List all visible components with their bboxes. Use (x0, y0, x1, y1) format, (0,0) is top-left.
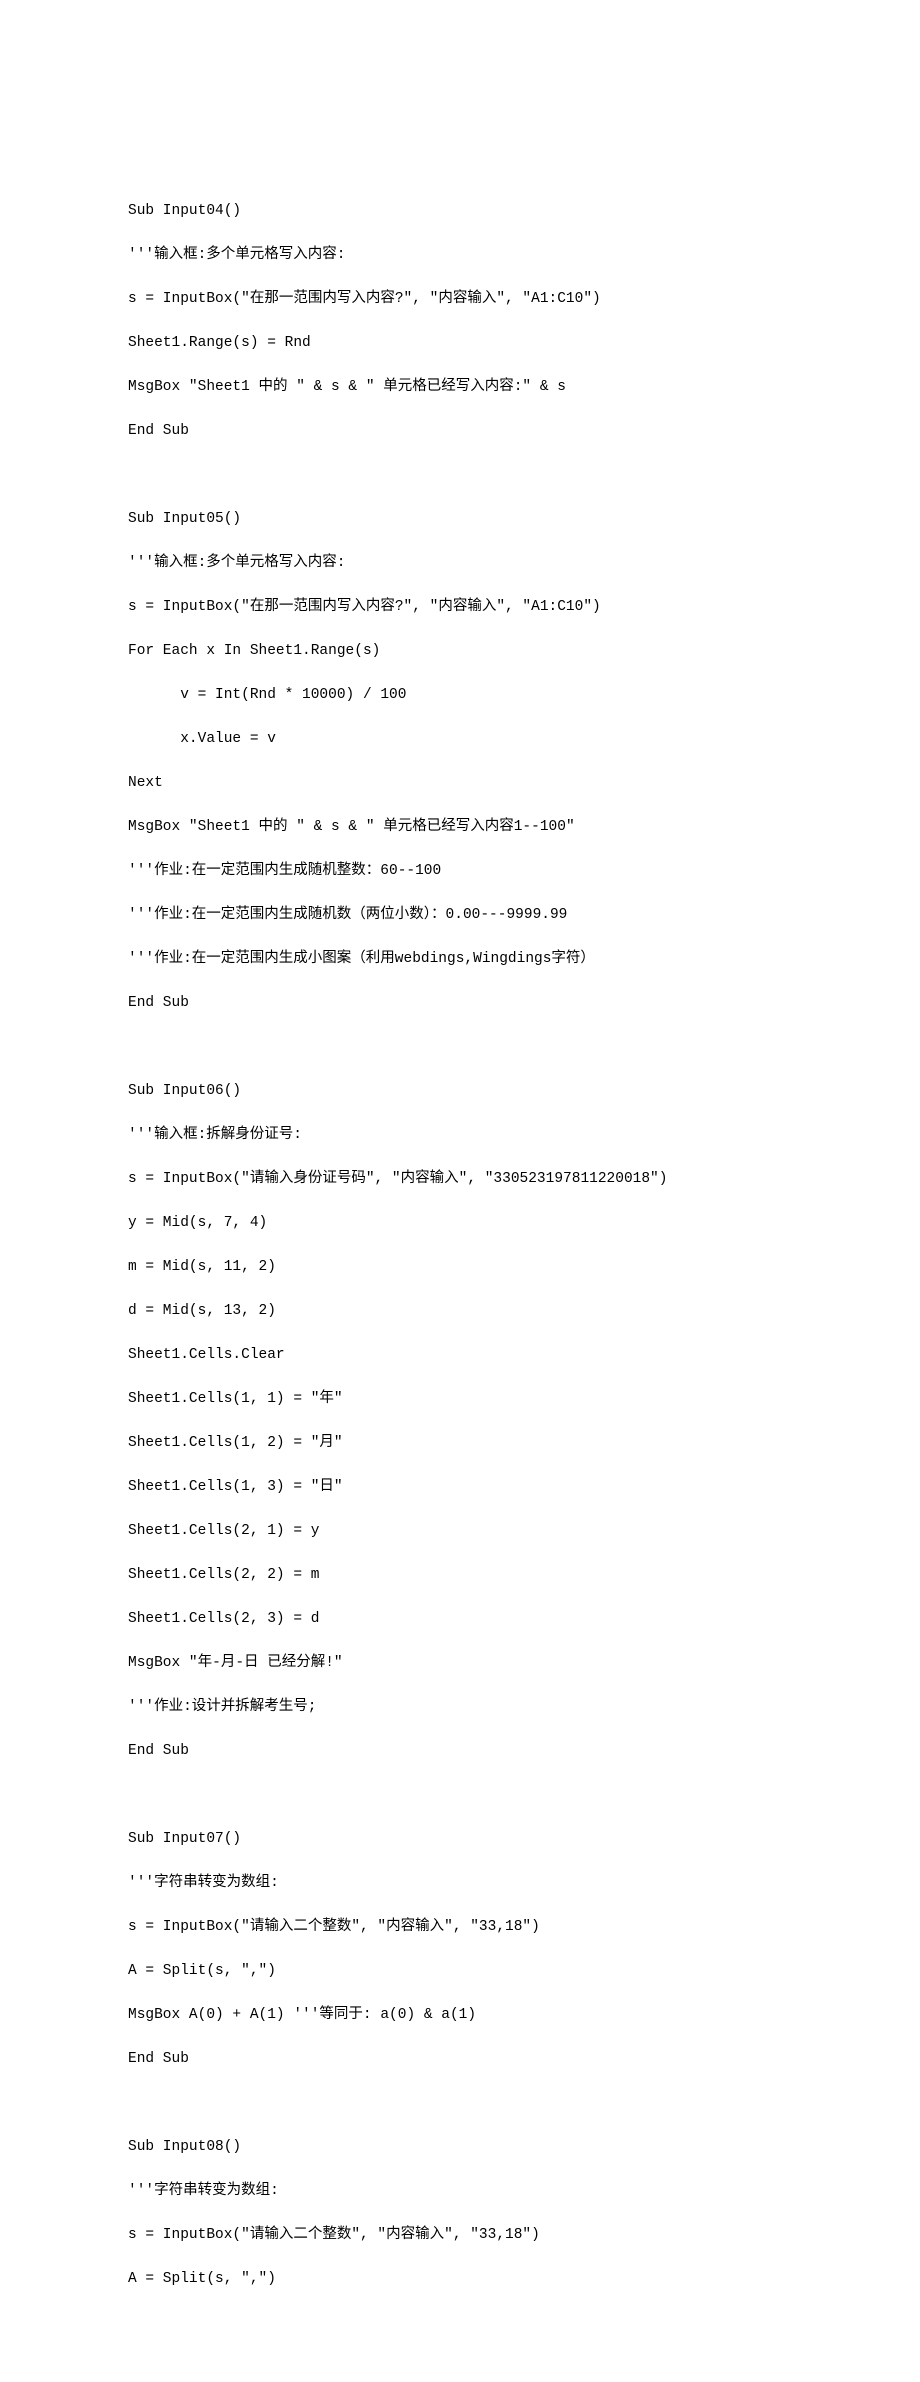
code-line: v = Int(Rnd * 10000) / 100 (128, 684, 920, 706)
code-line: End Sub (128, 992, 920, 1014)
code-line: '''作业:在一定范围内生成随机整数：60--100 (128, 860, 920, 882)
code-line: Sub Input08() (128, 2136, 920, 2158)
code-line: Sheet1.Range(s) = Rnd (128, 332, 920, 354)
code-line: d = Mid(s, 13, 2) (128, 1300, 920, 1322)
code-line: s = InputBox("请输入二个整数", "内容输入", "33,18") (128, 1916, 920, 1938)
code-page: Sub Input04() '''输入框:多个单元格写入内容: s = Inpu… (0, 66, 920, 2312)
code-line: '''作业:在一定范围内生成随机数（两位小数）：0.00---9999.99 (128, 904, 920, 926)
code-line: s = InputBox("请输入二个整数", "内容输入", "33,18") (128, 2224, 920, 2246)
code-line: Sheet1.Cells(2, 1) = y (128, 1520, 920, 1542)
code-line: '''字符串转变为数组: (128, 2180, 920, 2202)
code-line: Sheet1.Cells(1, 1) = "年" (128, 1388, 920, 1410)
code-line: '''输入框:多个单元格写入内容: (128, 244, 920, 266)
code-line: Sheet1.Cells.Clear (128, 1344, 920, 1366)
code-line: MsgBox "年-月-日 已经分解!" (128, 1652, 920, 1674)
code-line: MsgBox "Sheet1 中的 " & s & " 单元格已经写入内容1--… (128, 816, 920, 838)
code-line: Sheet1.Cells(1, 3) = "日" (128, 1476, 920, 1498)
code-line (128, 1036, 920, 1058)
code-line: Sub Input05() (128, 508, 920, 530)
code-line: '''输入框:多个单元格写入内容: (128, 552, 920, 574)
code-line: '''作业:设计并拆解考生号; (128, 1696, 920, 1718)
code-line: MsgBox "Sheet1 中的 " & s & " 单元格已经写入内容:" … (128, 376, 920, 398)
code-line: Sub Input07() (128, 1828, 920, 1850)
code-line (128, 2092, 920, 2114)
code-line: Sub Input06() (128, 1080, 920, 1102)
code-line: End Sub (128, 420, 920, 442)
code-line: Next (128, 772, 920, 794)
code-line: x.Value = v (128, 728, 920, 750)
code-line: End Sub (128, 1740, 920, 1762)
code-line: s = InputBox("在那一范围内写入内容?", "内容输入", "A1:… (128, 288, 920, 310)
code-line: s = InputBox("请输入身份证号码", "内容输入", "330523… (128, 1168, 920, 1190)
code-line: '''字符串转变为数组: (128, 1872, 920, 1894)
code-line: s = InputBox("在那一范围内写入内容?", "内容输入", "A1:… (128, 596, 920, 618)
code-line: A = Split(s, ",") (128, 2268, 920, 2290)
code-line (128, 464, 920, 486)
code-line: '''作业:在一定范围内生成小图案（利用webdings,Wingdings字符… (128, 948, 920, 970)
code-line: For Each x In Sheet1.Range(s) (128, 640, 920, 662)
code-line: Sheet1.Cells(1, 2) = "月" (128, 1432, 920, 1454)
code-line: m = Mid(s, 11, 2) (128, 1256, 920, 1278)
code-line: '''输入框:拆解身份证号: (128, 1124, 920, 1146)
code-line: Sub Input04() (128, 200, 920, 222)
code-line: Sheet1.Cells(2, 2) = m (128, 1564, 920, 1586)
code-line: y = Mid(s, 7, 4) (128, 1212, 920, 1234)
code-line: End Sub (128, 2048, 920, 2070)
code-line: Sheet1.Cells(2, 3) = d (128, 1608, 920, 1630)
code-line (128, 1784, 920, 1806)
code-line: MsgBox A(0) + A(1) '''等同于: a(0) & a(1) (128, 2004, 920, 2026)
code-line: A = Split(s, ",") (128, 1960, 920, 1982)
